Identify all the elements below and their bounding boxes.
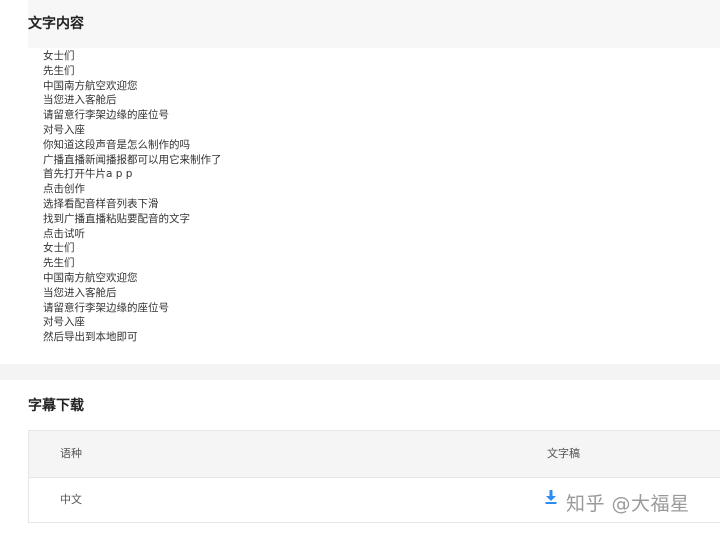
language-cell: 中文 — [60, 493, 82, 506]
text-line: 找到广播直播粘贴要配音的文字 — [43, 212, 190, 225]
table-header: 语种 文字稿 — [29, 431, 720, 478]
text-line: 首先打开牛片a p p — [43, 168, 133, 181]
column-header-script: 文字稿 — [547, 447, 580, 460]
text-line: 点击试听 — [43, 227, 85, 240]
text-line: 当您进入客舱后 — [43, 286, 117, 299]
text-line: 广播直播新闻播报都可以用它来制作了 — [43, 153, 222, 166]
text-line: 请留意行李架边缘的座位号 — [43, 301, 169, 314]
text-line: 然后导出到本地即可 — [43, 331, 138, 344]
text-line: 女士们 — [43, 242, 75, 255]
download-icon[interactable] — [545, 490, 557, 504]
text-line: 对号入座 — [43, 123, 85, 136]
text-line: 点击创作 — [43, 183, 85, 196]
text-lines: 女士们 先生们 中国南方航空欢迎您 当您进入客舱后 请留意行李架边缘的座位号 对… — [43, 49, 222, 345]
title-bar — [28, 0, 720, 48]
text-content-title: 文字内容 — [28, 16, 84, 32]
text-content-section: 文字内容 女士们 先生们 中国南方航空欢迎您 当您进入客舱后 请留意行李架边缘的… — [0, 0, 720, 364]
zhihu-watermark: 知乎 @大福星 — [566, 493, 690, 515]
text-line: 中国南方航空欢迎您 — [43, 79, 138, 92]
text-line: 选择看配音样音列表下滑 — [43, 197, 159, 210]
text-line: 对号入座 — [43, 316, 85, 329]
subtitle-download-title: 字幕下载 — [28, 398, 84, 414]
text-line: 先生们 — [43, 64, 75, 77]
text-line: 你知道这段声音是怎么制作的吗 — [43, 138, 190, 151]
column-header-language: 语种 — [60, 447, 82, 460]
download-button[interactable] — [545, 490, 557, 504]
text-line: 当您进入客舱后 — [43, 94, 117, 107]
text-line: 先生们 — [43, 257, 75, 270]
page: 文字内容 女士们 先生们 中国南方航空欢迎您 当您进入客舱后 请留意行李架边缘的… — [0, 0, 720, 534]
text-line: 中国南方航空欢迎您 — [43, 271, 138, 284]
text-line: 女士们 — [43, 50, 75, 62]
text-line: 请留意行李架边缘的座位号 — [43, 109, 169, 122]
